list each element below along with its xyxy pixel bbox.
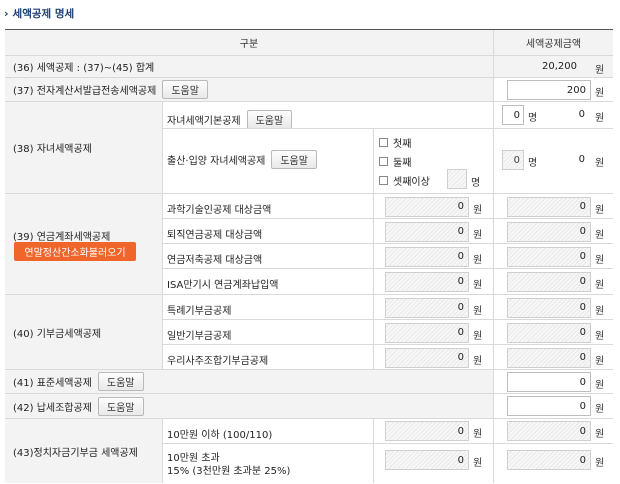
row-37: (37) 전자계산서발급전송세액공제 도움말 200 원 (5, 78, 613, 102)
r40-item-label: 일반기부금공제 (167, 330, 232, 342)
r40-item-base[interactable]: 0 (385, 297, 469, 318)
help-button-41[interactable]: 도움말 (97, 372, 144, 391)
r39-item-amount[interactable]: 0 (507, 196, 591, 217)
birth-amount: 0 (578, 154, 585, 165)
section-title: › 세액공제 명세 (4, 6, 75, 20)
child-basic-amount: 0 (578, 109, 585, 120)
input-42-amount[interactable]: 0 (507, 396, 591, 416)
help-button-38-basic[interactable]: 도움말 (246, 110, 293, 129)
r39-item-row: ISA만기시 연금계좌납입액 0 원 0 원 (162, 269, 613, 294)
r39-item-amount[interactable]: 0 (507, 221, 591, 242)
help-button-37[interactable]: 도움말 (162, 80, 208, 99)
row-43-label: (43)정치자금기부금 세액공제 (5, 419, 162, 483)
r39-item-base[interactable]: 0 (385, 246, 469, 267)
row-36-amount: 20,200 (542, 61, 577, 72)
r40-item-amount[interactable]: 0 (507, 347, 591, 368)
r39-item-label: 과학기술인공제 대상금액 (167, 204, 272, 216)
r40-item-amount[interactable]: 0 (507, 322, 591, 343)
r40-item-label: 특례기부금공제 (167, 305, 232, 317)
r40-item-row: 우리사주조합기부금공제 0 원 0 원 (162, 345, 613, 370)
row-38-label: (38) 자녀세액공제 (5, 102, 162, 193)
checkbox-first[interactable]: 첫째 (379, 135, 411, 150)
r39-item-amount[interactable]: 0 (507, 246, 591, 267)
r39-item-label: 연금저축공제 대상금액 (167, 254, 263, 266)
r40-item-row: 특례기부금공제 0 원 0 원 (162, 295, 613, 320)
r39-item-base[interactable]: 0 (385, 196, 469, 217)
input-41-amount[interactable]: 0 (507, 372, 591, 392)
r39-item-amount[interactable]: 0 (507, 271, 591, 292)
r40-item-base[interactable]: 0 (385, 347, 469, 368)
r39-item-row: 연금저축공제 대상금액 0 원 0 원 (162, 244, 613, 269)
header-category: 구분 (5, 30, 493, 55)
table-header: 구분 세액공제금액 (5, 30, 613, 56)
r39-item-base[interactable]: 0 (385, 221, 469, 242)
third-plus-count[interactable] (447, 169, 467, 189)
child-basic-count[interactable]: 0 (502, 105, 524, 125)
political-under-base[interactable]: 0 (385, 421, 469, 441)
political-over-base[interactable]: 0 (385, 450, 469, 470)
row-40-label: (40) 기부금세액공제 (5, 295, 162, 369)
birth-count[interactable]: 0 (502, 150, 524, 170)
political-over-rate: 15% (3천만원 초과분 25%) (167, 466, 291, 477)
row-42: (42) 납세조합공제 도움말 0 원 (5, 394, 613, 419)
row-36-label: (36) 세액공제 : (37)~(45) 합계 (5, 56, 493, 77)
row-41: (41) 표준세액공제 도움말 0 원 (5, 370, 613, 394)
row-38: (38) 자녀세액공제 자녀세액기본공제 도움말 0 명 0 원 출산·입양 자… (5, 102, 613, 194)
row-39-label: (39) 연금계좌세액공제 (13, 232, 111, 243)
r39-item-label: ISA만기시 연금계좌납입액 (167, 279, 279, 291)
r39-item-row: 과학기술인공제 대상금액 0 원 0 원 (162, 194, 613, 219)
row-43: (43)정치자금기부금 세액공제 10만원 이하 (100/110) 0 원 0… (5, 419, 613, 483)
r40-item-row: 일반기부금공제 0 원 0 원 (162, 320, 613, 345)
chevron-right-icon: › (4, 6, 9, 20)
political-over-amount[interactable]: 0 (507, 450, 591, 470)
r39-item-base[interactable]: 0 (385, 271, 469, 292)
r39-item-label: 퇴직연금공제 대상금액 (167, 229, 263, 241)
row-37-label: (37) 전자계산서발급전송세액공제 (13, 86, 157, 97)
political-under-amount[interactable]: 0 (507, 421, 591, 441)
row-36: (36) 세액공제 : (37)~(45) 합계 20,200 원 (5, 56, 613, 78)
tax-credit-table: 구분 세액공제금액 (36) 세액공제 : (37)~(45) 합계 20,20… (5, 29, 613, 483)
birth-adoption-label: 출산·입양 자녀세액공제 (167, 156, 266, 167)
input-37-amount[interactable]: 200 (507, 80, 591, 100)
r39-item-row: 퇴직연금공제 대상금액 0 원 0 원 (162, 219, 613, 244)
row-42-label: (42) 납세조합공제 (13, 402, 92, 414)
r40-item-amount[interactable]: 0 (507, 297, 591, 318)
checkbox-third-plus[interactable]: 셋째이상 (379, 173, 430, 188)
help-button-42[interactable]: 도움말 (97, 396, 144, 416)
r40-item-label: 우리사주조합기부금공제 (167, 355, 269, 367)
row-41-label: (41) 표준세액공제 (13, 378, 92, 389)
header-amount: 세액공제금액 (494, 30, 613, 55)
load-simplified-data-button[interactable]: 연말정산간소화불러오기 (14, 242, 136, 261)
help-button-38-birth[interactable]: 도움말 (271, 150, 317, 169)
r40-item-base[interactable]: 0 (385, 322, 469, 343)
child-basic-label: 자녀세액기본공제 (167, 116, 241, 127)
political-under-label: 10만원 이하 (100/110) (167, 430, 273, 441)
checkbox-second[interactable]: 둘째 (379, 154, 411, 169)
